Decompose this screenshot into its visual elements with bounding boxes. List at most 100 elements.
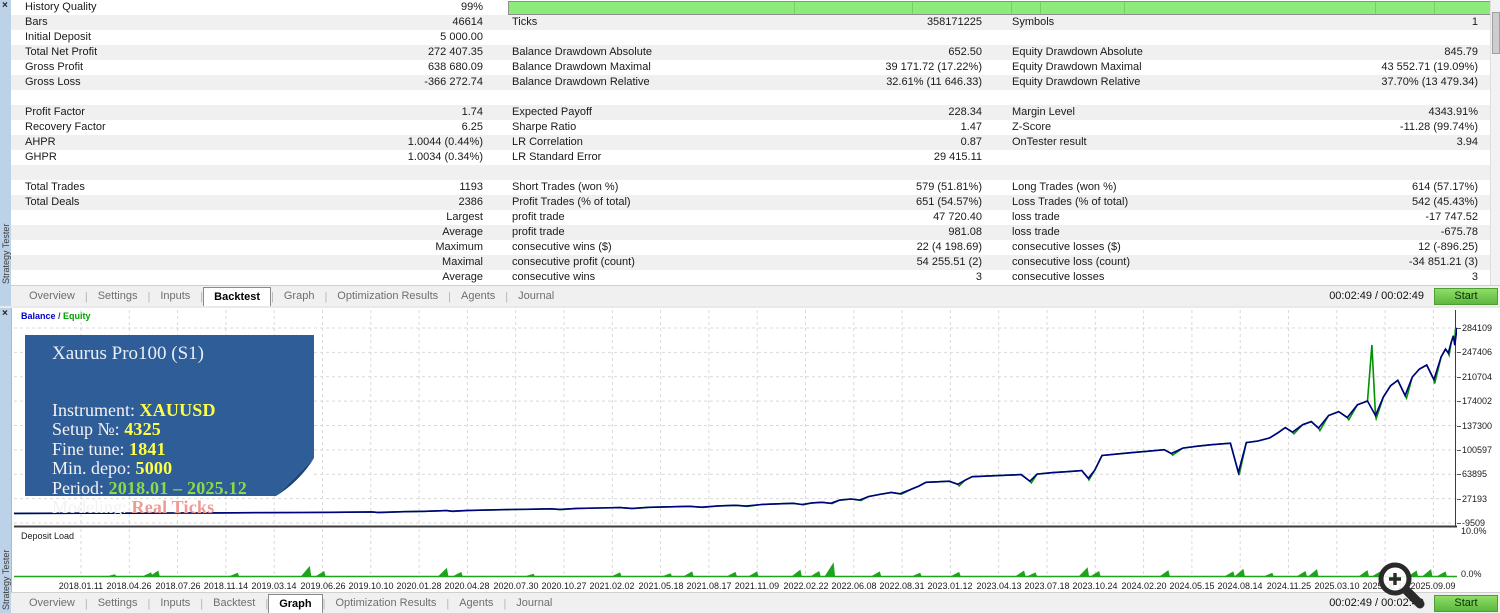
stat-value: Maximum <box>435 241 483 253</box>
tab-backtest[interactable]: Backtest <box>203 593 265 613</box>
tab-overview[interactable]: Overview <box>19 286 85 307</box>
deposit-load-spike <box>1234 568 1245 577</box>
annotation-line-value: Real Ticks <box>131 497 215 517</box>
stat-value: 1193 <box>459 181 483 193</box>
annotation-line-label: Period: <box>52 477 109 498</box>
deposit-load-spike <box>824 562 836 577</box>
progress-segment-divider <box>1434 2 1435 14</box>
annotation-line-label: Modeling: <box>52 497 132 517</box>
stats-row: Largest profit trade 47 720.40 loss trade -1… <box>11 210 1490 225</box>
legend-separator: / <box>55 311 64 321</box>
annotation-line-value: 2018.01 – 2025.12 <box>108 477 247 498</box>
stat-value: 22 (4 198.69) <box>916 241 982 253</box>
tab-agents[interactable]: Agents <box>449 593 503 613</box>
y-axis-tick <box>1457 401 1461 402</box>
stat-value: 43 552.71 (19.09%) <box>1381 61 1478 73</box>
stat-value: 638 680.09 <box>427 61 483 73</box>
deposit-load-spike <box>748 571 759 577</box>
close-icon[interactable]: × <box>2 1 11 11</box>
annotation-line: Period: 2018.01 – 2025.12 <box>52 478 247 499</box>
deposit-load-spike <box>437 567 449 577</box>
deposit-load-spike <box>1078 567 1090 577</box>
start-button[interactable]: Start <box>1434 595 1498 612</box>
tab-overview[interactable]: Overview <box>19 593 85 613</box>
y-axis-tick <box>1457 499 1461 500</box>
stat-value: -675.78 <box>1440 226 1478 238</box>
deposit-load-spike <box>950 571 961 577</box>
stat-value: -366 272.74 <box>424 76 483 88</box>
annotation-line: Fine tune: 1841 <box>52 439 166 460</box>
stats-row: GHPR 1.0034 (0.34%) LR Standard Error 29 41… <box>11 150 1490 165</box>
y-axis-label: 210704 <box>1462 372 1493 382</box>
progress-segment-divider <box>1375 2 1376 14</box>
deposit-load-spike <box>1015 570 1026 577</box>
strategy-tester-window: × Strategy Tester History Quality 99% Bars… <box>0 0 1500 613</box>
scrollbar-thumb[interactable] <box>1492 12 1500 54</box>
deposit-load-spike <box>683 571 694 577</box>
stat-value: 272 407.35 <box>427 46 483 58</box>
strategy-tester-label: Strategy Tester <box>1 223 11 284</box>
stat-value: -17 747.52 <box>1425 211 1478 223</box>
deposit-load-scale-min: 0.0% <box>1461 569 1482 579</box>
progress-segment-divider <box>1040 2 1041 14</box>
history-progress-bar <box>508 1 1496 15</box>
stat-value: 54 255.51 (2) <box>916 256 982 268</box>
tab-settings[interactable]: Settings <box>88 286 148 307</box>
tab-journal[interactable]: Journal <box>508 286 564 307</box>
stats-row: Initial Deposit 5 000.00 <box>11 30 1490 45</box>
stat-value: 5 000.00 <box>440 31 483 43</box>
tab-inputs[interactable]: Inputs <box>150 286 200 307</box>
stat-value: 47 720.40 <box>933 211 982 223</box>
tab-optimization-results[interactable]: Optimization Results <box>327 286 448 307</box>
deposit-load-spike <box>1224 571 1235 577</box>
stats-row: Average consecutive wins 3 consecutive loss… <box>11 270 1490 285</box>
tab-graph[interactable]: Graph <box>274 286 325 307</box>
stat-value: 1.74 <box>461 106 483 118</box>
annotation-line: Min. depo: 5000 <box>52 458 172 479</box>
tab-backtest[interactable]: Backtest <box>203 286 271 307</box>
elapsed-time: 00:02:49 / 00:02:49 <box>1329 290 1424 302</box>
close-icon[interactable]: × <box>2 309 11 319</box>
annotation-line: Setup №: 4325 <box>52 419 161 440</box>
tab-list: Overview | Settings | Inputs | Backtest | Graph |… <box>19 286 564 307</box>
annotation-line-label: Min. depo: <box>52 458 136 478</box>
y-axis-tick <box>1457 474 1461 475</box>
stats-row: Gross Loss -366 272.74 Balance Drawdown Re… <box>11 75 1490 90</box>
stats-row: Gross Profit 638 680.09 Balance Drawdown M… <box>11 60 1490 75</box>
deposit-load-label: Deposit Load <box>21 531 75 541</box>
deposit-load-spike <box>315 571 326 577</box>
y-axis-tick <box>1457 328 1461 329</box>
stat-value: 37.70% (13 479.34) <box>1381 76 1478 88</box>
stat-value: 1.0044 (0.44%) <box>407 136 483 148</box>
start-button[interactable]: Start <box>1434 288 1498 305</box>
y-axis-tick <box>1457 377 1461 378</box>
tab-journal[interactable]: Journal <box>506 593 562 613</box>
tab-settings[interactable]: Settings <box>88 593 148 613</box>
deposit-load-spike <box>452 571 463 577</box>
stat-value: Largest <box>446 211 483 223</box>
stat-value: Average <box>442 271 483 283</box>
stats-row: History Quality 99% <box>11 0 1496 15</box>
tab-list: Overview | Settings | Inputs | Backtest | Graph |… <box>19 593 562 613</box>
scrollbar[interactable] <box>1490 0 1500 285</box>
legend-balance: Balance <box>21 311 56 321</box>
tab-agents[interactable]: Agents <box>451 286 505 307</box>
progress-segment-divider <box>1124 2 1125 14</box>
stat-value: 1.0034 (0.34%) <box>407 151 483 163</box>
stat-value: 614 (57.17%) <box>1411 181 1478 193</box>
tab-graph[interactable]: Graph <box>268 593 323 613</box>
annotation-line-value: 1841 <box>129 438 166 459</box>
stats-row: Recovery Factor 6.25 Sharpe Ratio 1.47 Z-Sco… <box>11 120 1490 135</box>
stat-value: 46614 <box>452 16 483 28</box>
annotation-line-value: XAUUSD <box>139 399 216 420</box>
tab-optimization-results[interactable]: Optimization Results <box>325 593 446 613</box>
deposit-load-spike <box>1358 570 1369 577</box>
tab-inputs[interactable]: Inputs <box>150 593 200 613</box>
y-axis-label: 27193 <box>1462 494 1488 504</box>
y-axis-tick <box>1457 426 1461 427</box>
stats-row: Maximal consecutive profit (count) 54 255.… <box>11 255 1490 270</box>
deposit-load-spike <box>228 572 240 577</box>
stat-value: 1.47 <box>960 121 982 133</box>
backtest-tabbar: Overview | Settings | Inputs | Backtest | Graph |… <box>11 285 1500 307</box>
progress-segment-divider <box>1011 2 1012 14</box>
